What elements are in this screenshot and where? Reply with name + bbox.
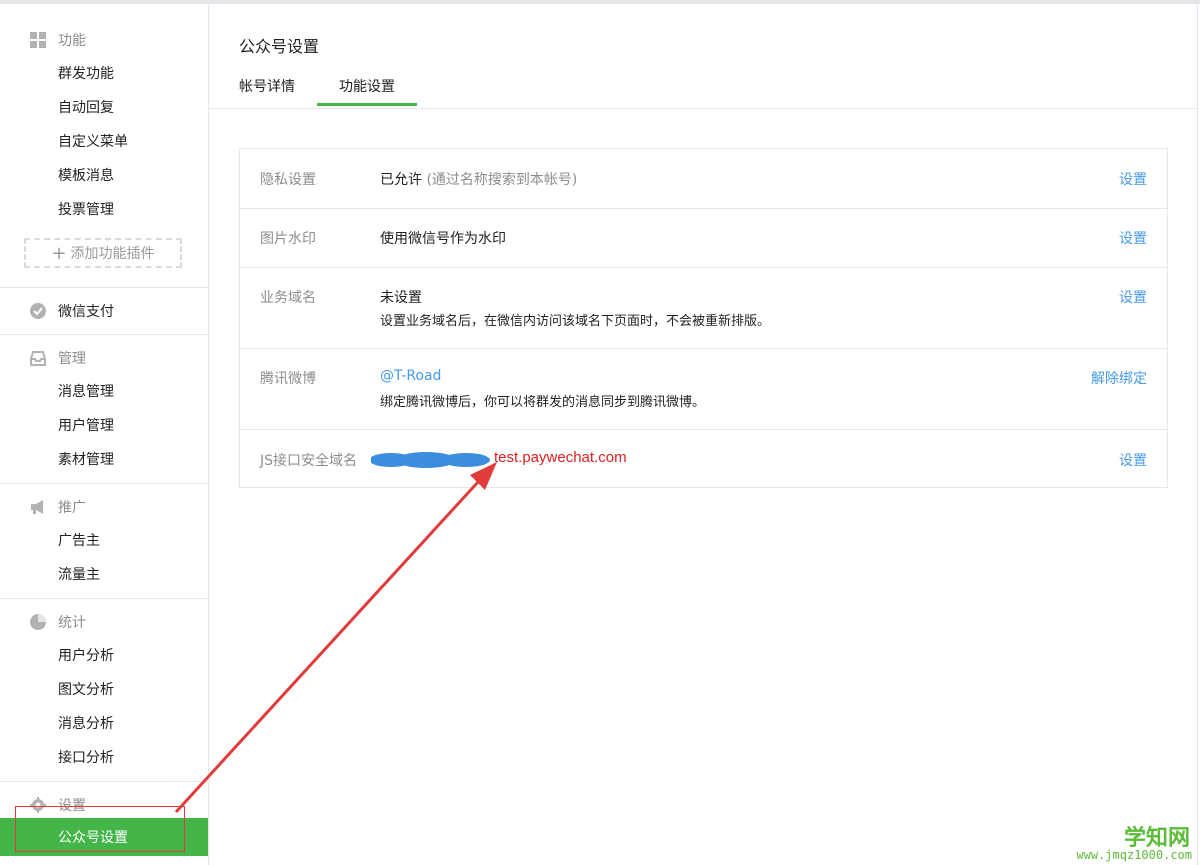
window-right-border (1197, 4, 1198, 865)
annotation-arrow (174, 462, 497, 814)
watermark-url: www.jmqz1000.com (1076, 848, 1192, 862)
site-watermark: 学知网 www.jmqz1000.com (1076, 820, 1200, 865)
